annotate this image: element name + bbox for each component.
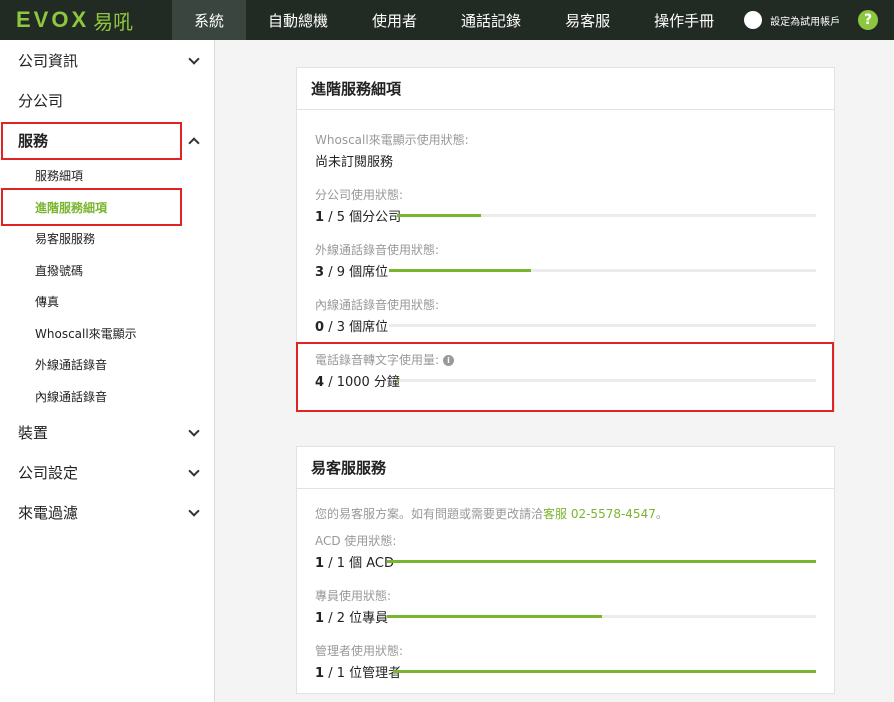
- nav-users[interactable]: 使用者: [350, 0, 439, 40]
- toggle-switch[interactable]: [738, 11, 765, 29]
- help-icon[interactable]: ?: [858, 10, 878, 30]
- top-navigation-bar: EVOX 易吼 系統 自動總機 使用者 通話記錄 易客服 操作手冊 設定為試用帳…: [0, 0, 894, 40]
- sidebar-item-branch[interactable]: 分公司: [0, 80, 214, 120]
- progress-bar: [393, 670, 816, 673]
- chevron-down-icon: [188, 425, 200, 437]
- nav-manual[interactable]: 操作手冊: [632, 0, 736, 40]
- progress-fill: [397, 214, 481, 217]
- sidebar-item-label: 來電過濾: [18, 503, 79, 522]
- highlight-box-advanced: [1, 188, 182, 226]
- sidebar-item-company-settings[interactable]: 公司設定: [0, 452, 214, 492]
- nav-call-records[interactable]: 通話記錄: [439, 0, 543, 40]
- nav-system[interactable]: 系統: [172, 0, 247, 40]
- acd-status: ACD 使用狀態: 1 / 1 個 ACD: [297, 522, 834, 577]
- sidebar-subitem-fax[interactable]: 傳真: [0, 286, 214, 318]
- progress-fill: [387, 615, 602, 618]
- stat-used: 1: [315, 611, 325, 626]
- progress-fill: [393, 670, 816, 673]
- sidebar-item-label: 公司設定: [18, 463, 79, 482]
- stat-label: 管理者使用狀態:: [315, 644, 404, 658]
- stat-label: 專員使用狀態:: [315, 589, 392, 603]
- manager-status: 管理者使用狀態: 1 / 1 位管理者: [297, 632, 834, 687]
- progress-bar: [397, 214, 816, 217]
- chevron-down-icon: [188, 53, 200, 65]
- highlight-box-transcription: [296, 342, 834, 412]
- desc-text: 您的易客服方案。如有問題或需要更改請洽: [315, 507, 544, 521]
- stat-label: 內線通話錄音使用狀態:: [315, 298, 440, 312]
- card-title: 易客服服務: [297, 447, 834, 489]
- sidebar-subitem-service-details[interactable]: 服務細項: [0, 160, 214, 192]
- cs-description: 您的易客服方案。如有問題或需要更改請洽客服 02-5578-4547。: [297, 489, 834, 522]
- whoscall-status: Whoscall來電顯示使用狀態: 尚未訂閱服務: [297, 121, 834, 176]
- card-title: 進階服務細項: [297, 68, 834, 110]
- stat-used: 3: [315, 265, 325, 280]
- sidebar-item-label: 裝置: [18, 423, 49, 442]
- stat-used: 0: [315, 320, 325, 335]
- desc-suffix: 。: [655, 507, 668, 521]
- stat-total: / 9 個席位: [328, 265, 389, 280]
- stat-value: 1 / 1 個 ACD: [315, 552, 394, 571]
- logo-chinese-text: 易吼: [93, 9, 134, 34]
- logo-text: EVOX: [16, 7, 90, 32]
- stat-label: 分公司使用狀態:: [315, 188, 404, 202]
- sidebar-subitem-internal-recording[interactable]: 內線通話錄音: [0, 381, 214, 413]
- sidebar-item-label: 分公司: [18, 91, 64, 110]
- stat-total: / 5 個分公司: [328, 210, 402, 225]
- sidebar-subitem-direct-numbers[interactable]: 直撥號碼: [0, 255, 214, 287]
- progress-bar: [387, 560, 816, 563]
- stat-used: 1: [315, 556, 325, 571]
- stat-used: 1: [315, 210, 325, 225]
- nav-auto-attendant[interactable]: 自動總機: [246, 0, 350, 40]
- stat-value: 1 / 1 位管理者: [315, 662, 401, 681]
- stat-total: / 1 位管理者: [328, 666, 402, 681]
- stat-label: ACD 使用狀態:: [315, 534, 397, 548]
- progress-fill: [387, 560, 816, 563]
- stat-value: 1 / 5 個分公司: [315, 206, 401, 225]
- stat-value: 尚未訂閱服務: [315, 155, 394, 170]
- chevron-down-icon: [188, 465, 200, 477]
- progress-fill: [389, 269, 532, 272]
- progress-bar: [389, 324, 816, 327]
- progress-bar: [389, 269, 816, 272]
- support-phone-link[interactable]: 客服 02-5578-4547: [543, 507, 656, 521]
- stat-total: / 2 位專員: [328, 611, 389, 626]
- trial-account-label: 設定為試用帳戶: [770, 16, 841, 28]
- sidebar-item-company-info[interactable]: 公司資訊: [0, 40, 214, 80]
- sidebar-item-devices[interactable]: 裝置: [0, 412, 214, 452]
- progress-bar: [387, 615, 816, 618]
- agent-status: 專員使用狀態: 1 / 2 位專員: [297, 577, 834, 632]
- stat-value: 3 / 9 個席位: [315, 261, 388, 280]
- stat-label: 外線通話錄音使用狀態:: [315, 243, 440, 257]
- stat-value: 1 / 2 位專員: [315, 607, 388, 626]
- branch-status: 分公司使用狀態: 1 / 5 個分公司: [297, 176, 834, 231]
- chevron-up-icon: [188, 137, 200, 149]
- external-recording-status: 外線通話錄音使用狀態: 3 / 9 個席位: [297, 231, 834, 286]
- evox-logo[interactable]: EVOX 易吼: [0, 0, 172, 40]
- sidebar-subitem-whoscall[interactable]: Whoscall來電顯示: [0, 318, 214, 350]
- stat-label: Whoscall來電顯示使用狀態:: [315, 133, 469, 147]
- trial-account-toggle[interactable]: 設定為試用帳戶: [738, 11, 841, 29]
- internal-recording-status: 內線通話錄音使用狀態: 0 / 3 個席位: [297, 286, 834, 341]
- sidebar-item-call-filter[interactable]: 來電過濾: [0, 492, 214, 532]
- customer-service-card: 易客服服務 您的易客服方案。如有問題或需要更改請洽客服 02-5578-4547…: [296, 446, 835, 694]
- sidebar-subitem-external-recording[interactable]: 外線通話錄音: [0, 349, 214, 381]
- stat-total: / 1 個 ACD: [328, 556, 394, 571]
- stat-total: / 3 個席位: [328, 320, 389, 335]
- highlight-box-services: [1, 122, 182, 160]
- chevron-down-icon: [188, 505, 200, 517]
- sidebar-subitem-customer-service[interactable]: 易客服服務: [0, 223, 214, 255]
- stat-used: 1: [315, 666, 325, 681]
- nav-customer-service[interactable]: 易客服: [543, 0, 632, 40]
- sidebar-item-label: 公司資訊: [18, 51, 79, 70]
- stat-value: 0 / 3 個席位: [315, 316, 388, 335]
